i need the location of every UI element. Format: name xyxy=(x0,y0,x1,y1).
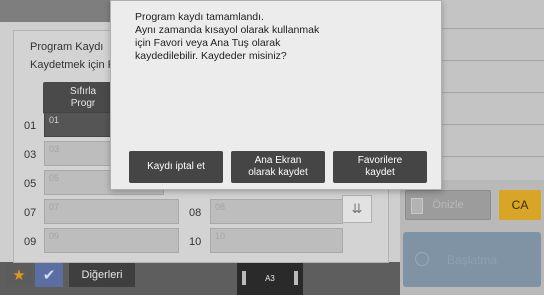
others-button[interactable]: Diğerleri xyxy=(69,263,135,287)
program-slot-10[interactable]: 10 xyxy=(210,228,343,253)
preview-button[interactable]: Önizle xyxy=(405,190,491,220)
dialog-message-line: için Favori veya Ana Tuş olarak xyxy=(135,37,281,49)
program-slot-08[interactable]: 08 xyxy=(210,199,343,224)
slot-number: 01 xyxy=(24,120,37,132)
scroll-down-button[interactable]: ⇊ xyxy=(342,195,372,223)
preview-label: Önizle xyxy=(432,199,464,211)
slot-label: 08 xyxy=(215,202,226,212)
slot-label: 01 xyxy=(49,115,60,125)
dialog-message-line: kaydedilebilir. Kaydeder misiniz? xyxy=(135,50,287,62)
fav-label-2: kaydet xyxy=(365,167,395,178)
dialog-message-line: Aynı zamanda kısayol olarak kullanmak xyxy=(135,24,320,36)
clear-all-button[interactable]: CA xyxy=(499,190,541,220)
slot-number: 10 xyxy=(189,236,202,248)
clear-all-label: CA xyxy=(511,198,529,212)
favorites-star-button[interactable]: ★ xyxy=(5,263,33,287)
dialog-message-line: Program kaydı tamamlandı. xyxy=(135,11,264,23)
slot-number: 03 xyxy=(24,149,37,161)
program-title: Program Kaydı xyxy=(30,41,104,53)
home-label-1: Ana Ekran xyxy=(254,155,302,166)
slot-label: 07 xyxy=(49,202,60,212)
home-label-2: olarak kaydet xyxy=(248,167,308,178)
slot-label: 05 xyxy=(49,173,60,183)
tray-left-icon xyxy=(242,271,246,285)
confirm-check-button[interactable]: ✔ xyxy=(35,263,63,287)
slot-number: 09 xyxy=(24,236,37,248)
cancel-registration-button[interactable]: Kaydı iptal et xyxy=(129,151,223,183)
save-to-favorites-button[interactable]: Favorilere kaydet xyxy=(333,151,427,183)
slot-number: 05 xyxy=(24,178,37,190)
fav-label-1: Favorilere xyxy=(357,155,403,166)
star-icon: ★ xyxy=(12,267,26,284)
slot-number: 08 xyxy=(189,207,202,219)
slot-number: 07 xyxy=(24,207,37,219)
paper-size-label: A3 xyxy=(265,274,275,283)
tray-right-icon xyxy=(294,271,298,285)
dialog-message: Program kaydı tamamlandı. Aynı zamanda k… xyxy=(135,11,325,63)
start-label: Başlatma xyxy=(446,252,498,267)
start-icon xyxy=(415,252,429,266)
slot-label: 03 xyxy=(49,144,60,154)
program-subtitle: Kaydetmek için P xyxy=(30,59,115,71)
save-to-home-button[interactable]: Ana Ekran olarak kaydet xyxy=(231,151,325,183)
save-shortcut-dialog: Program kaydı tamamlandı. Aynı zamanda k… xyxy=(110,0,442,190)
start-button[interactable]: Başlatma xyxy=(403,232,541,287)
slot-label: 10 xyxy=(215,231,226,241)
others-label: Diğerleri xyxy=(81,269,123,281)
cancel-label: Kaydı iptal et xyxy=(147,161,205,172)
document-icon xyxy=(411,198,423,214)
slot-label: 09 xyxy=(49,231,60,241)
double-chevron-down-icon: ⇊ xyxy=(351,201,363,216)
program-slot-07[interactable]: 07 xyxy=(44,199,179,224)
checkmark-icon: ✔ xyxy=(42,267,56,284)
paper-size-indicator[interactable]: A3 xyxy=(237,262,303,295)
program-slot-09[interactable]: 09 xyxy=(44,228,179,253)
